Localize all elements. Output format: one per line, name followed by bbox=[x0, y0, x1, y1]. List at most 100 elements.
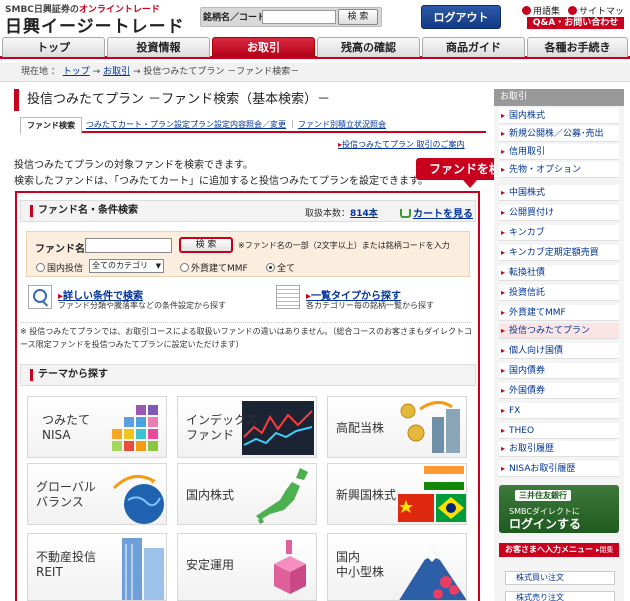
fund-name-label: ファンド名 bbox=[35, 244, 85, 255]
subtab-fund-status[interactable]: ファンド別積立状況照会 bbox=[298, 117, 386, 133]
quick-menu-close[interactable]: ▸閉集 bbox=[596, 545, 614, 555]
sidebar-item-kinkabu-regular[interactable]: キンカブ定期定額売買 bbox=[499, 245, 619, 261]
sidebar-item-tsumitate-plan[interactable]: 投信つみたてプラン bbox=[499, 323, 619, 339]
gnav-tab-top[interactable]: トップ bbox=[2, 37, 105, 57]
view-cart-label: カートを見る bbox=[413, 209, 473, 220]
theme-tile-tsumitate-nisa[interactable]: つみたて NISA bbox=[27, 396, 167, 458]
sidebar-item-ipo[interactable]: 新規公開株／公募･売出 bbox=[499, 126, 619, 142]
sidebar-item-jgb[interactable]: 個人向け国債 bbox=[499, 343, 619, 359]
sidebar-item-foreign-mmf[interactable]: 外貨建てMMF bbox=[499, 305, 619, 321]
sidebar-item-foreign-bond[interactable]: 外国債券 bbox=[499, 383, 619, 399]
sidebar-item-margin[interactable]: 信用取引 bbox=[499, 144, 619, 160]
gnav-tab-investment-info[interactable]: 投資情報 bbox=[107, 37, 210, 57]
theme-tile-reit[interactable]: 不動産投信 REIT bbox=[27, 533, 167, 601]
subtab-fund-search[interactable]: ファンド検索 bbox=[20, 117, 82, 135]
coins-icon bbox=[400, 401, 460, 453]
list-icon[interactable] bbox=[276, 285, 300, 309]
gnav-tab-balance[interactable]: 残高の確認 bbox=[317, 37, 420, 57]
condition-search-title: ファンド名・条件検索 bbox=[30, 205, 138, 217]
breadcrumb-trading[interactable]: お取引 bbox=[103, 67, 130, 77]
glossary-label: 用語集 bbox=[533, 7, 561, 17]
sidebar-item-nisa-history[interactable]: NISAお取引履歴 bbox=[499, 461, 619, 477]
cart-icon bbox=[400, 209, 411, 218]
subtab-cart-plan-link[interactable]: つみたてカート・プラン設定 bbox=[86, 120, 190, 129]
sitemap-icon bbox=[568, 6, 577, 15]
glossary-link[interactable]: 用語集 bbox=[522, 4, 560, 17]
fund-search-button[interactable]: 検 索 bbox=[179, 237, 233, 253]
theme-tile-index-fund[interactable]: インデックス ファンド bbox=[177, 396, 317, 458]
symbol-search-button[interactable]: 検 索 bbox=[338, 9, 378, 25]
logout-button[interactable]: ログアウト bbox=[421, 5, 501, 29]
fund-count-label: 取扱本数： bbox=[305, 209, 351, 219]
sub-tabs: ファンド検索 つみたてカート・プラン設定 ｜ プラン設定内容照会／変更 ｜ ファ… bbox=[20, 117, 486, 135]
sidebar-item-convertible[interactable]: 転換社債 bbox=[499, 265, 619, 281]
theme-tile-small-mid-cap[interactable]: 国内 中小型株 bbox=[327, 533, 467, 601]
symbol-search-input[interactable] bbox=[262, 10, 336, 24]
breadcrumb-sep: → bbox=[132, 67, 141, 77]
tile-label: 国内 中小型株 bbox=[336, 550, 385, 579]
theme-tile-global-balance[interactable]: グローバル バランス bbox=[27, 463, 167, 525]
sidebar-item-futures[interactable]: 先物・オプション bbox=[499, 162, 619, 178]
quick-menu-sell[interactable]: 株式売り注文 bbox=[505, 591, 615, 601]
sidebar-item-history[interactable]: お取引履歴 bbox=[499, 441, 619, 457]
radio-foreign-label: 外貨建てMMF bbox=[191, 264, 248, 274]
list-search-desc: 各カテゴリー毎の銘柄一覧から探す bbox=[306, 301, 434, 310]
theme-search-title: テーマから探す bbox=[30, 369, 108, 381]
fund-name-input[interactable] bbox=[85, 238, 172, 253]
radio-icon[interactable] bbox=[36, 263, 45, 272]
sidebar-item-domestic-stock[interactable]: 国内株式 bbox=[499, 108, 619, 124]
breadcrumb-current: 投信つみたてプラン －ファンド検索－ bbox=[143, 67, 300, 77]
category-select[interactable]: 全てのカテゴリ bbox=[89, 259, 164, 273]
qa-contact-button[interactable]: Q&A・お問い合わせ bbox=[527, 17, 624, 29]
quick-menu-buy[interactable]: 株式買い注文 bbox=[505, 571, 615, 585]
theme-tile-high-dividend[interactable]: 高配当株 bbox=[327, 396, 467, 458]
breadcrumb-sep: → bbox=[92, 67, 101, 77]
brand-logo[interactable]: 日興イージートレード bbox=[5, 12, 185, 37]
radio-all-label: 全て bbox=[277, 264, 296, 274]
fund-name-note: ※ファンド名の一部（2文字以上）または銘柄コードを入力 bbox=[238, 241, 450, 250]
gnav-tab-product-guide[interactable]: 商品ガイド bbox=[422, 37, 525, 57]
smbc-login[interactable]: ログインする bbox=[509, 515, 581, 532]
radio-foreign-mmf[interactable]: 外貨建てMMF bbox=[180, 261, 248, 274]
subtab-fund-status-link[interactable]: ファンド別積立状況照会 bbox=[298, 120, 386, 129]
site-header: SMBC日興証券のオンライントレード 日興イージートレード 銘柄名／コード 検 … bbox=[0, 0, 630, 37]
page-title: 投信つみたてプラン －ファンド検索（基本検索）－ bbox=[14, 89, 484, 111]
breadcrumb-top[interactable]: トップ bbox=[63, 67, 90, 77]
sidebar-item-china-stock[interactable]: 中国株式 bbox=[499, 185, 619, 201]
sidebar-item-domestic-bond[interactable]: 国内債券 bbox=[499, 363, 619, 379]
gnav-tab-procedures[interactable]: 各種お手続き bbox=[527, 37, 628, 57]
radio-domestic-fund[interactable]: 国内投信 bbox=[36, 261, 83, 274]
global-nav: トップ 投資情報 お取引 残高の確認 商品ガイド 各種お手続き bbox=[0, 37, 630, 59]
radio-all[interactable]: 全て bbox=[266, 261, 295, 274]
radio-icon-checked[interactable] bbox=[266, 263, 275, 272]
theme-tile-domestic-stock[interactable]: 国内株式 bbox=[177, 463, 317, 525]
subtab-cart-plan[interactable]: つみたてカート・プラン設定 ｜ bbox=[86, 117, 201, 133]
theme-tile-stable-investment[interactable]: 安定運用 bbox=[177, 533, 317, 601]
fund-count: 取扱本数：814本 bbox=[305, 206, 378, 219]
theme-tile-emerging-stock[interactable]: 新興国株式 bbox=[327, 463, 467, 525]
trading-guide-label: 投信つみたてプラン 取引のご案内 bbox=[342, 140, 465, 149]
stacked-blocks-icon bbox=[112, 405, 158, 451]
sidebar-item-mutual-fund[interactable]: 投資信託 bbox=[499, 285, 619, 301]
fund-count-link[interactable]: 814本 bbox=[350, 209, 378, 219]
badge-pointer bbox=[463, 180, 477, 188]
radio-domestic-label: 国内投信 bbox=[47, 264, 84, 274]
subtab-plan-settings-link[interactable]: プラン設定内容照会／変更 bbox=[190, 120, 286, 129]
sidebar-item-theo[interactable]: THEO bbox=[499, 423, 619, 439]
cube-icon bbox=[274, 540, 306, 594]
magnifier-icon[interactable] bbox=[28, 285, 52, 309]
sidebar-item-kinkabu[interactable]: キンカブ bbox=[499, 225, 619, 241]
smbc-brand: 三井住友銀行 bbox=[515, 490, 571, 501]
sidebar-item-tender-offer[interactable]: 公開買付け bbox=[499, 205, 619, 221]
intro-text: 投信つみたてプランの対象ファンドを検索できます。 検索したファンドは、「つみたて… bbox=[14, 158, 484, 190]
gnav-tab-trading[interactable]: お取引 bbox=[212, 37, 315, 57]
subtab-plan-settings[interactable]: プラン設定内容照会／変更 ｜ bbox=[190, 117, 297, 133]
tile-label: 新興国株式 bbox=[336, 488, 397, 502]
japan-map-icon bbox=[256, 468, 308, 524]
detailed-search-desc: ファンド分類や騰落率などの条件設定から探す bbox=[58, 301, 226, 310]
trading-guide-link[interactable]: ▸投信つみたてプラン 取引のご案内 bbox=[338, 139, 465, 150]
intro-line-1: 投信つみたてプランの対象ファンドを検索できます。 bbox=[14, 160, 253, 171]
sidebar-item-fx[interactable]: FX bbox=[499, 403, 619, 419]
view-cart-link[interactable]: カートを見る bbox=[400, 205, 473, 220]
radio-icon[interactable] bbox=[180, 263, 189, 272]
